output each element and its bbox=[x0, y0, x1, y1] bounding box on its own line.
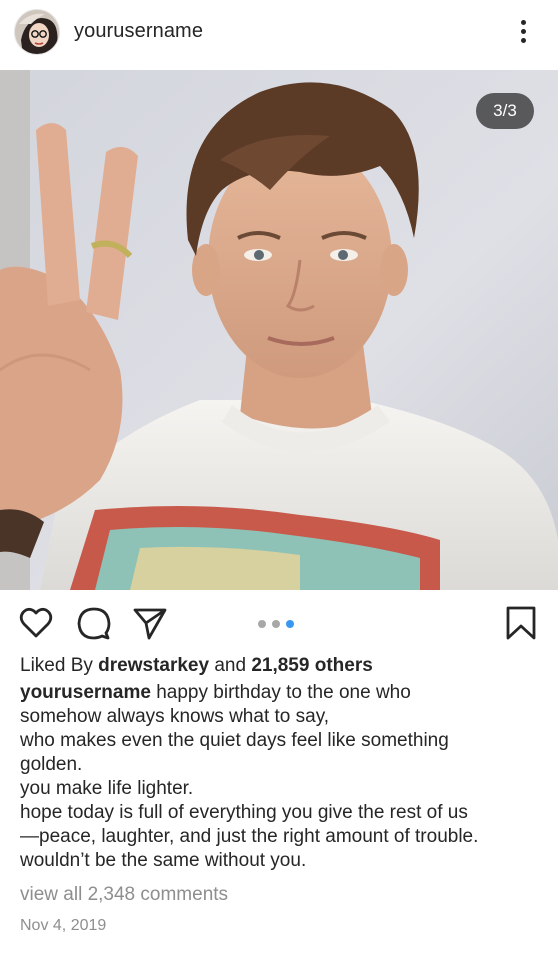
caption-line: golden. bbox=[20, 754, 83, 775]
send-icon[interactable] bbox=[132, 605, 168, 641]
carousel-dot bbox=[272, 620, 280, 628]
avatar[interactable] bbox=[14, 9, 60, 55]
post-caption: Liked By drewstarkey and 21,859 others y… bbox=[20, 654, 540, 873]
bookmark-icon[interactable] bbox=[503, 605, 539, 641]
caption-line: hope today is full of everything you giv… bbox=[20, 802, 468, 823]
caption-line: you make life lighter. bbox=[20, 778, 194, 799]
avatar-illustration-icon bbox=[15, 10, 59, 54]
caption-line: wouldn’t be the same without you. bbox=[20, 850, 307, 871]
carousel-dot-active bbox=[286, 620, 294, 628]
caption-username[interactable]: yourusername bbox=[20, 682, 151, 703]
more-options-icon[interactable] bbox=[510, 14, 538, 50]
caption-line: yourusername happy birthday to the one w… bbox=[20, 681, 540, 705]
caption-line: who makes even the quiet days feel like … bbox=[20, 730, 449, 751]
header-username[interactable]: yourusername bbox=[74, 20, 203, 43]
post-header: yourusername bbox=[0, 0, 558, 70]
carousel-dot bbox=[258, 620, 266, 628]
caption-line: somehow always knows what to say, bbox=[20, 706, 330, 727]
caption-text: happy birthday to the one who bbox=[156, 682, 411, 703]
likes-summary: Liked By drewstarkey and 21,859 others bbox=[20, 654, 540, 678]
caption-line: —peace, laughter, and just the right amo… bbox=[20, 826, 479, 847]
view-comments-link[interactable]: view all 2,348 comments bbox=[20, 884, 228, 906]
selfie-photo bbox=[0, 70, 558, 590]
comment-icon[interactable] bbox=[76, 605, 112, 641]
post-photo[interactable]: 3/3 bbox=[0, 70, 558, 590]
post-date: Nov 4, 2019 bbox=[20, 917, 107, 934]
likes-connector: and bbox=[214, 655, 247, 676]
carousel-indicator bbox=[258, 620, 302, 630]
likes-others[interactable]: 21,859 others bbox=[251, 655, 372, 676]
liked-by-user[interactable]: drewstarkey bbox=[98, 655, 209, 676]
heart-icon[interactable] bbox=[18, 605, 54, 641]
action-bar bbox=[0, 590, 558, 650]
likes-prefix: Liked By bbox=[20, 655, 93, 676]
carousel-counter: 3/3 bbox=[476, 93, 534, 129]
